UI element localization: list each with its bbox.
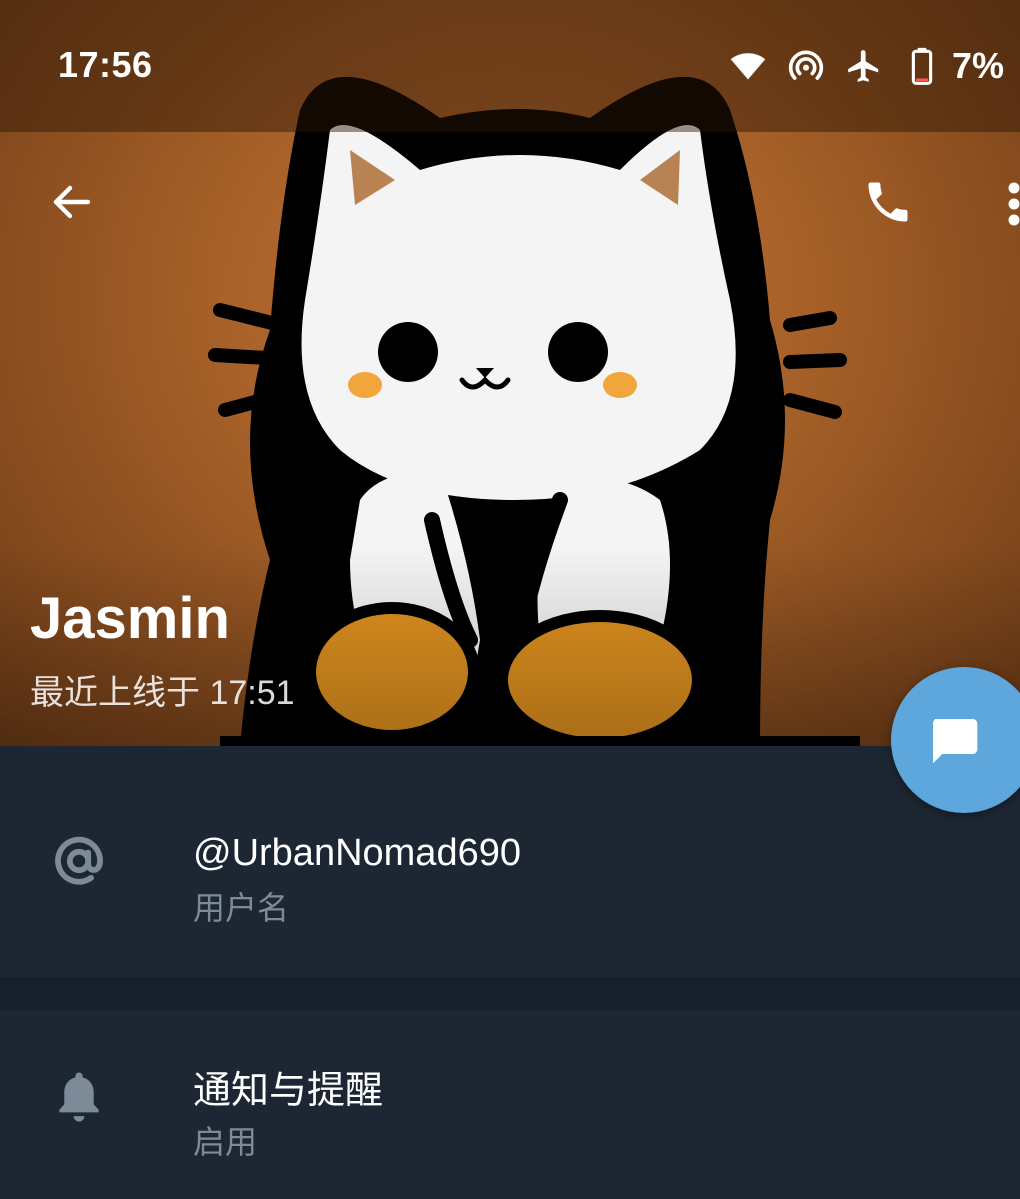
notifications-title: 通知与提醒 (193, 1070, 384, 1112)
status-time: 17:56 (58, 44, 153, 85)
username-value: @UrbanNomad690 (193, 832, 521, 874)
more-vertical-icon (994, 182, 1020, 240)
username-row[interactable]: @UrbanNomad690 用户名 (0, 746, 1020, 977)
phone-icon (862, 176, 914, 233)
wifi-icon (728, 46, 768, 86)
call-button[interactable] (852, 168, 924, 240)
section-divider (0, 977, 1020, 1010)
battery-percentage: 7% (951, 45, 1004, 86)
profile-name: Jasmin (30, 586, 230, 651)
arrow-left-icon (48, 178, 96, 231)
back-button[interactable] (36, 168, 108, 240)
notifications-status: 启用 (193, 1124, 258, 1160)
at-sign-icon (44, 826, 114, 896)
status-icons: 7% (728, 44, 1004, 88)
profile-header: 17:56 7% Jasmin 最近上线于 17:51 (0, 0, 1020, 746)
notifications-row[interactable]: 通知与提醒 启用 (0, 1010, 1020, 1199)
hotspot-icon (786, 46, 826, 86)
battery-icon (902, 46, 942, 86)
message-icon (926, 712, 982, 768)
last-seen-status: 最近上线于 17:51 (30, 674, 295, 712)
username-label: 用户名 (193, 890, 290, 926)
more-options-button[interactable] (994, 168, 1020, 240)
airplane-icon (844, 46, 884, 86)
bell-icon (44, 1062, 114, 1132)
